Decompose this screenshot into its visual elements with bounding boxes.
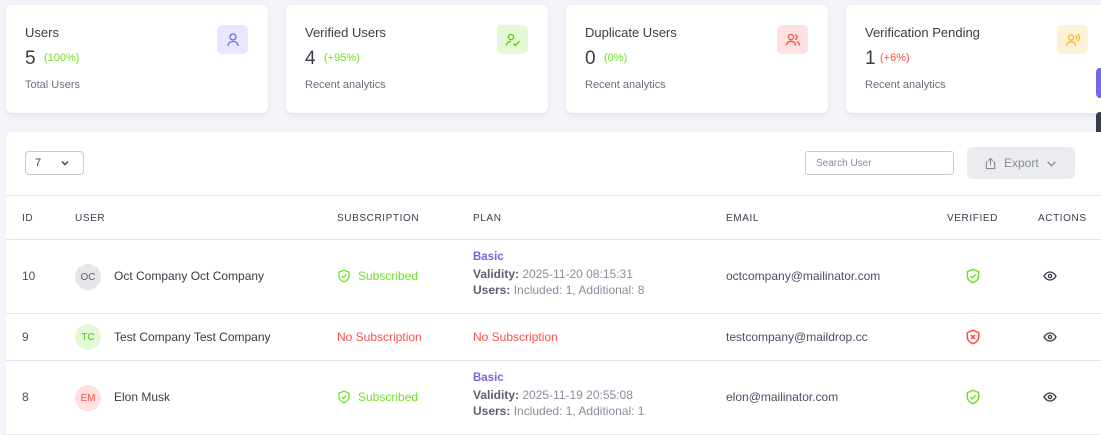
- row-id: 9: [22, 330, 29, 344]
- stat-subtitle: Recent analytics: [305, 79, 386, 91]
- view-eye-icon[interactable]: [1043, 391, 1057, 403]
- view-eye-icon[interactable]: [1043, 270, 1057, 282]
- page-size-select[interactable]: 7: [25, 151, 84, 175]
- table-row: 9 TC Test Company Test Company No Subscr…: [6, 314, 1101, 361]
- stat-card-verification-pending: Verification Pending 1 (+6%) Recent anal…: [846, 5, 1101, 113]
- avatar: OC: [75, 264, 101, 290]
- verified-shield-icon: [966, 389, 980, 405]
- user-icon: [217, 25, 248, 54]
- column-header-email[interactable]: EMAIL: [726, 213, 759, 224]
- users-label: Users:: [473, 404, 511, 418]
- upload-icon: [985, 157, 996, 169]
- user-name[interactable]: Test Company Test Company: [114, 330, 271, 344]
- subscription-status: Subscribed: [337, 269, 418, 283]
- plan-name[interactable]: Basic: [473, 370, 644, 387]
- subscription-status: Subscribed: [337, 390, 418, 404]
- column-header-actions[interactable]: ACTIONS: [1038, 213, 1087, 224]
- users-value: Included: 1, Additional: 8: [513, 283, 645, 297]
- page-size-value: 7: [35, 157, 42, 169]
- verified-shield-icon: [966, 268, 980, 284]
- row-id: 10: [22, 269, 36, 283]
- plan-details: Basic Validity: 2025-11-20 08:15:31 User…: [473, 249, 644, 299]
- stat-card-users: Users 5 (100%) Total Users: [6, 5, 268, 113]
- subscription-label: Subscribed: [358, 269, 419, 283]
- column-header-verified[interactable]: VERIFIED: [947, 213, 998, 224]
- avatar: EM: [75, 385, 101, 411]
- validity-value: 2025-11-20 08:15:31: [522, 266, 633, 281]
- column-header-subscription[interactable]: SUBSCRIPTION: [337, 213, 419, 224]
- user-email: octcompany@mailinator.com: [726, 269, 881, 283]
- table-row: 8 EM Elon Musk Subscribed Basic Validity…: [6, 361, 1101, 435]
- plan-details: No Subscription: [473, 330, 558, 344]
- stat-subtitle: Recent analytics: [865, 79, 946, 91]
- stat-subtitle: Recent analytics: [585, 79, 666, 91]
- stat-change: (+95%): [324, 52, 360, 64]
- table-header: ID USER SUBSCRIPTION PLAN EMAIL VERIFIED…: [6, 195, 1101, 240]
- users-value: Included: 1, Additional: 1: [513, 404, 645, 418]
- search-input[interactable]: [805, 151, 954, 175]
- chevron-down-icon: [1046, 160, 1056, 167]
- stat-card-verified-users: Verified Users 4 (+95%) Recent analytics: [286, 5, 548, 113]
- avatar: TC: [75, 324, 101, 350]
- subscription-status: No Subscription: [337, 330, 422, 344]
- stat-title: Duplicate Users: [585, 25, 677, 40]
- stat-number: 1: [865, 48, 876, 69]
- plan-details: Basic Validity: 2025-11-19 20:55:08 User…: [473, 370, 644, 420]
- user-name[interactable]: Oct Company Oct Company: [114, 269, 264, 283]
- user-voice-icon: [1057, 25, 1088, 54]
- customizer-toggle[interactable]: [1096, 68, 1101, 98]
- export-button[interactable]: Export: [967, 147, 1075, 179]
- stat-change: (100%): [44, 52, 80, 64]
- validity-label: Validity:: [473, 266, 520, 281]
- user-email: elon@mailinator.com: [726, 390, 839, 404]
- validity-label: Validity:: [473, 387, 520, 402]
- view-eye-icon[interactable]: [1043, 331, 1057, 343]
- users-icon: [777, 25, 808, 54]
- stats-row: Users 5 (100%) Total Users Verified User…: [6, 5, 1101, 113]
- column-header-id[interactable]: ID: [22, 213, 33, 224]
- validity-value: 2025-11-19 20:55:08: [522, 387, 633, 402]
- stat-title: Users: [25, 25, 59, 40]
- user-check-icon: [497, 25, 528, 54]
- row-id: 8: [22, 390, 29, 404]
- user-name[interactable]: Elon Musk: [114, 390, 170, 404]
- stat-subtitle: Total Users: [25, 79, 81, 91]
- user-email: testcompany@maildrop.cc: [726, 330, 868, 344]
- shield-check-icon: [338, 390, 350, 404]
- stat-card-duplicate-users: Duplicate Users 0 (0%) Recent analytics: [566, 5, 828, 113]
- stat-title: Verified Users: [305, 25, 386, 40]
- stat-number: 0: [585, 48, 596, 69]
- stat-change: (0%): [604, 52, 628, 64]
- stat-number: 5: [25, 48, 36, 69]
- users-table-panel: 7 Export ID USER SUBSCRIPTION PLAN EMAIL…: [6, 132, 1101, 435]
- shield-check-icon: [338, 269, 350, 283]
- table-row: 10 OC Oct Company Oct Company Subscribed…: [6, 240, 1101, 314]
- users-label: Users:: [473, 283, 511, 297]
- column-header-user[interactable]: USER: [75, 213, 105, 224]
- stat-title: Verification Pending: [865, 25, 980, 40]
- subscription-label: Subscribed: [358, 390, 419, 404]
- unverified-shield-icon: [966, 329, 980, 345]
- export-label: Export: [1004, 156, 1039, 170]
- user-list-page: Users 5 (100%) Total Users Verified User…: [0, 0, 1101, 435]
- column-header-plan[interactable]: PLAN: [473, 213, 502, 224]
- plan-name[interactable]: Basic: [473, 249, 644, 266]
- stat-number: 4: [305, 48, 316, 69]
- chevron-down-icon: [61, 161, 69, 166]
- stat-change: (+6%): [880, 52, 910, 64]
